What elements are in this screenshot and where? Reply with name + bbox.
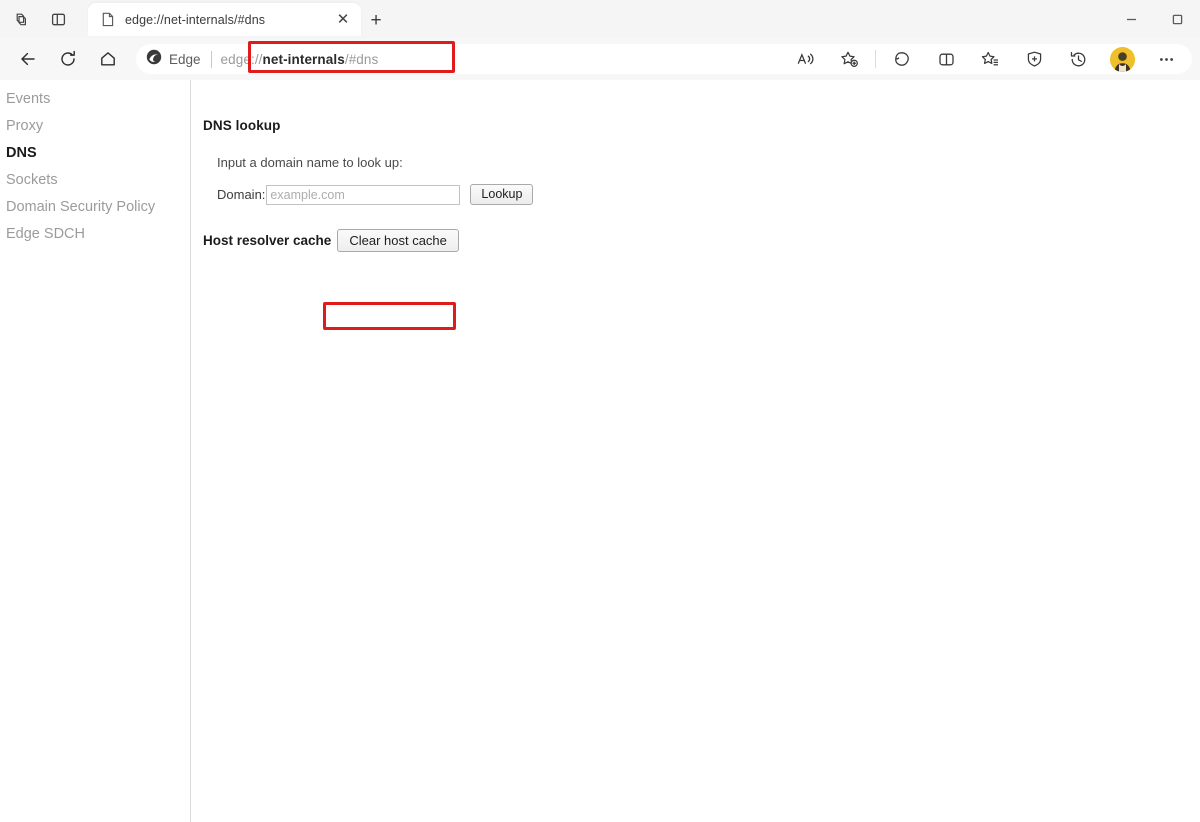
new-tab-button[interactable]: + — [364, 8, 388, 32]
edge-brand-label: Edge — [169, 52, 201, 67]
browser-toolbar: Edge edge://net-internals/#dns — [0, 38, 1200, 80]
minimize-button[interactable] — [1108, 2, 1154, 36]
toolbar-right-buttons — [783, 43, 1192, 75]
sidebar-item-domain-security-policy[interactable]: Domain Security Policy — [0, 193, 190, 220]
history-icon[interactable] — [1062, 43, 1094, 75]
url-prefix: edge:// — [221, 52, 263, 67]
host-resolver-cache-label: Host resolver cache — [203, 233, 331, 248]
tab-actions-icon[interactable] — [44, 6, 72, 32]
home-icon[interactable] — [92, 43, 124, 75]
tab[interactable]: edge://net-internals/#dns ✕ — [88, 3, 361, 36]
tab-title: edge://net-internals/#dns — [125, 13, 333, 27]
url-emphasis: net-internals — [263, 52, 345, 67]
page-title: DNS lookup — [203, 118, 1200, 133]
read-aloud-icon[interactable] — [789, 43, 821, 75]
sidebar-item-events[interactable]: Events — [0, 85, 190, 112]
edge-brand-chip[interactable]: Edge — [146, 49, 211, 70]
url-suffix: /#dns — [345, 52, 379, 67]
collections-icon[interactable] — [974, 43, 1006, 75]
browser-essentials-icon[interactable] — [1018, 43, 1050, 75]
tab-strip-left-icons — [6, 6, 72, 32]
address-bar[interactable]: Edge edge://net-internals/#dns — [136, 44, 1192, 74]
lookup-instruction: Input a domain name to look up: — [217, 155, 1200, 170]
page-icon — [100, 12, 116, 28]
maximize-button[interactable] — [1154, 2, 1200, 36]
profile-avatar[interactable] — [1106, 43, 1138, 75]
toolbar-divider — [875, 50, 876, 68]
url-input[interactable]: edge://net-internals/#dns — [212, 44, 783, 74]
close-icon[interactable]: ✕ — [333, 10, 353, 30]
dns-panel: DNS lookup Input a domain name to look u… — [191, 80, 1200, 822]
page-content: Events Proxy DNS Sockets Domain Security… — [0, 80, 1200, 822]
workspaces-icon[interactable] — [6, 6, 34, 32]
avatar — [1110, 47, 1135, 72]
url-text: edge://net-internals/#dns — [221, 52, 379, 67]
window-controls — [1108, 0, 1200, 38]
edge-logo-icon — [146, 49, 162, 70]
browser-window: edge://net-internals/#dns ✕ + — [0, 0, 1200, 822]
tab-strip: edge://net-internals/#dns ✕ + — [0, 0, 1200, 38]
domain-lookup-form: Domain: Lookup — [217, 184, 1200, 205]
back-arrow-icon[interactable] — [12, 43, 44, 75]
settings-more-icon[interactable] — [1150, 43, 1182, 75]
copilot-icon[interactable] — [886, 43, 918, 75]
domain-label: Domain: — [217, 187, 265, 202]
net-internals-sidebar: Events Proxy DNS Sockets Domain Security… — [0, 80, 190, 822]
browser-chrome: edge://net-internals/#dns ✕ + — [0, 0, 1200, 80]
clear-host-cache-button[interactable]: Clear host cache — [337, 229, 459, 252]
sidebar-item-dns[interactable]: DNS — [0, 139, 190, 166]
refresh-icon[interactable] — [52, 43, 84, 75]
lookup-button[interactable]: Lookup — [470, 184, 533, 205]
host-resolver-cache-row: Host resolver cache Clear host cache — [203, 229, 1200, 252]
sidebar-item-sockets[interactable]: Sockets — [0, 166, 190, 193]
add-favorite-icon[interactable] — [833, 43, 865, 75]
sidebar-item-edge-sdch[interactable]: Edge SDCH — [0, 220, 190, 247]
sidebar-item-proxy[interactable]: Proxy — [0, 112, 190, 139]
domain-input[interactable] — [266, 185, 460, 205]
split-screen-icon[interactable] — [930, 43, 962, 75]
